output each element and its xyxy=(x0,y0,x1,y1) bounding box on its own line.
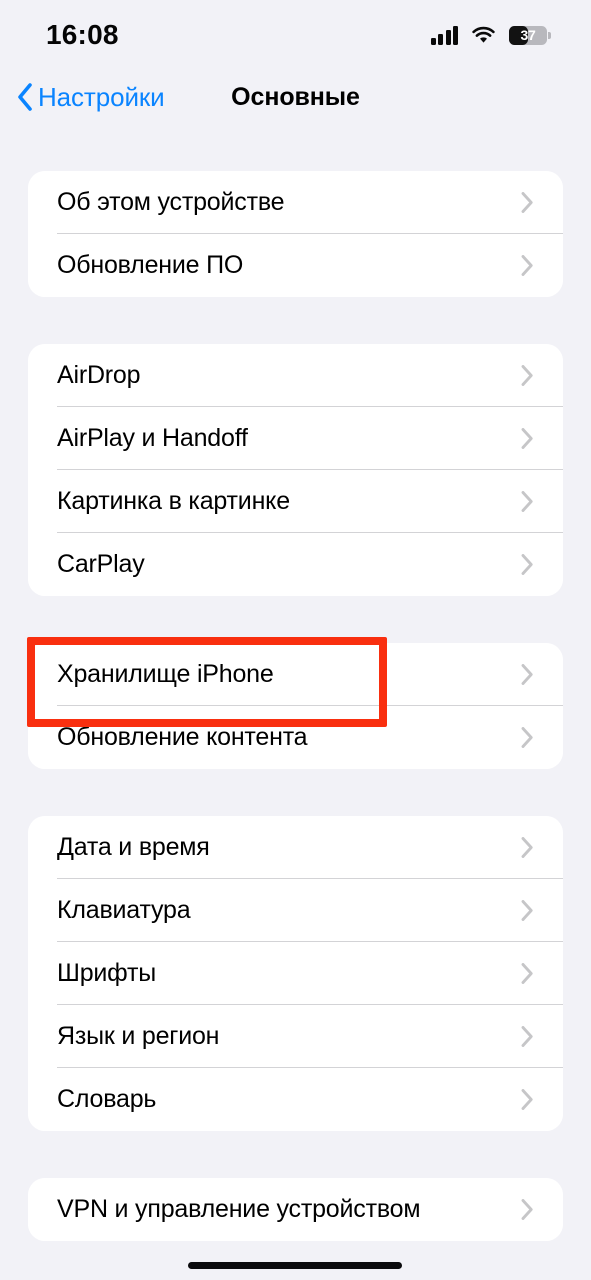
list-item[interactable]: Дата и время xyxy=(28,816,563,879)
list-item[interactable]: Клавиатура xyxy=(28,879,563,942)
chevron-right-icon xyxy=(521,900,533,921)
list-item-label: Картинка в картинке xyxy=(57,487,290,515)
chevron-right-icon xyxy=(521,365,533,386)
chevron-right-icon xyxy=(521,963,533,984)
status-bar: 16:08 37 xyxy=(0,0,591,66)
list-item[interactable]: CarPlay xyxy=(28,533,563,596)
list-item-label: Хранилище iPhone xyxy=(57,660,274,688)
battery-icon: 37 xyxy=(509,25,551,45)
list-item-label: Шрифты xyxy=(57,959,157,987)
list-item[interactable]: Хранилище iPhone xyxy=(28,643,563,706)
list-item-label: Обновление контента xyxy=(57,723,308,751)
list-item[interactable]: Обновление ПО xyxy=(28,234,563,297)
chevron-right-icon xyxy=(521,1199,533,1220)
list-item-label: VPN и управление устройством xyxy=(57,1195,421,1223)
chevron-right-icon xyxy=(521,428,533,449)
list-item[interactable]: VPN и управление устройством xyxy=(28,1178,563,1241)
list-item[interactable]: Язык и регион xyxy=(28,1005,563,1068)
list-item-label: AirPlay и Handoff xyxy=(57,424,248,452)
connectivity-group: AirDrop AirPlay и Handoff Картинка в карти… xyxy=(28,344,563,596)
list-item[interactable]: Словарь xyxy=(28,1068,563,1131)
list-item-label: Дата и время xyxy=(57,833,210,861)
status-indicators: 37 xyxy=(430,25,551,45)
storage-group: Хранилище iPhone Обновление контента xyxy=(28,643,563,769)
vpn-group: VPN и управление устройством xyxy=(28,1178,563,1241)
chevron-right-icon xyxy=(521,491,533,512)
list-item[interactable]: Об этом устройстве xyxy=(28,171,563,234)
list-item[interactable]: AirPlay и Handoff xyxy=(28,407,563,470)
chevron-right-icon xyxy=(521,727,533,748)
list-item[interactable]: Картинка в картинке xyxy=(28,470,563,533)
list-item[interactable]: Шрифты xyxy=(28,942,563,1005)
iphone-screen: 16:08 37 Настройки Основные Об этом устр… xyxy=(0,0,591,1280)
list-item-label: Клавиатура xyxy=(57,896,191,924)
list-item-label: CarPlay xyxy=(57,550,145,578)
list-item-label: Обновление ПО xyxy=(57,251,244,279)
home-indicator xyxy=(188,1262,402,1269)
wifi-icon xyxy=(472,26,495,43)
chevron-right-icon xyxy=(521,554,533,575)
list-item-label: Об этом устройстве xyxy=(57,188,285,216)
list-item[interactable]: AirDrop xyxy=(28,344,563,407)
page-title: Основные xyxy=(231,82,360,111)
list-item-label: Словарь xyxy=(57,1085,157,1113)
battery-percent: 37 xyxy=(520,26,536,43)
navigation-bar: Настройки Основные xyxy=(0,66,591,128)
chevron-right-icon xyxy=(521,255,533,276)
list-item-label: AirDrop xyxy=(57,361,141,389)
chevron-right-icon xyxy=(521,664,533,685)
chevron-right-icon xyxy=(521,192,533,213)
list-item[interactable]: Обновление контента xyxy=(28,706,563,769)
chevron-right-icon xyxy=(521,1089,533,1110)
status-time: 16:08 xyxy=(46,19,119,50)
list-item-label: Язык и регион xyxy=(57,1022,220,1050)
chevron-right-icon xyxy=(521,1026,533,1047)
device-info-group: Об этом устройстве Обновление ПО xyxy=(28,171,563,297)
localization-group: Дата и время Клавиатура Шрифты Язык и регио… xyxy=(28,816,563,1131)
chevron-right-icon xyxy=(521,837,533,858)
settings-list: Об этом устройстве Обновление ПО AirDrop Ai… xyxy=(0,128,591,1241)
cellular-signal-icon xyxy=(430,25,458,45)
